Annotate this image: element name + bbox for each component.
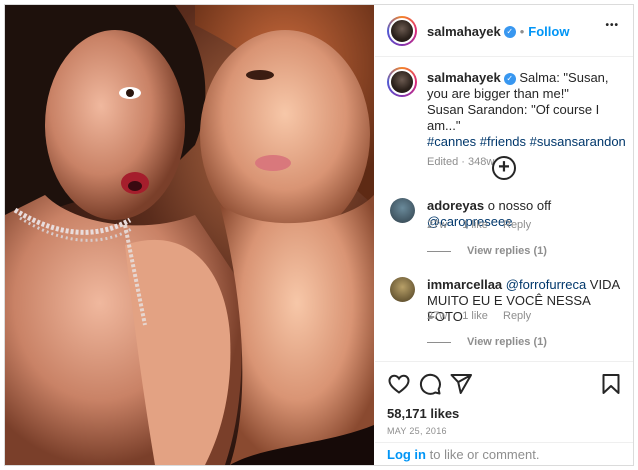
- replies-divider: [427, 250, 451, 252]
- login-prompt-text: to like or comment.: [426, 447, 540, 462]
- comment-reply-button[interactable]: Reply: [503, 219, 531, 231]
- view-replies-label: View replies (1): [467, 245, 547, 257]
- view-replies-button[interactable]: View replies (1): [427, 336, 547, 348]
- hashtag-friends[interactable]: #friends: [480, 134, 526, 149]
- post-card: salmahayek ✓ • Follow ••• salmahayek ✓ Salma…: [4, 4, 634, 466]
- verified-badge-icon: ✓: [503, 72, 516, 85]
- comment-avatar[interactable]: [390, 277, 415, 302]
- caption-username[interactable]: salmahayek: [427, 70, 501, 85]
- comment-likes[interactable]: 1 like: [462, 219, 488, 231]
- post-side-panel: salmahayek ✓ • Follow ••• salmahayek ✓ Salma…: [375, 5, 633, 465]
- caption-text-2: Susan Sarandon: "Of course I am...": [427, 102, 600, 133]
- more-options-icon[interactable]: •••: [605, 20, 619, 31]
- load-more-comments-icon[interactable]: +: [492, 156, 516, 180]
- comment-avatar[interactable]: [390, 198, 415, 223]
- caption-author-avatar[interactable]: [387, 67, 417, 97]
- comment-mention[interactable]: @forrofurreca: [506, 277, 586, 292]
- paper-plane-icon[interactable]: [449, 372, 473, 396]
- post-caption: salmahayek ✓ Salma: "Susan, you are bigge…: [427, 70, 627, 170]
- view-replies-label: View replies (1): [467, 336, 547, 348]
- post-photo[interactable]: [5, 5, 374, 465]
- post-header: salmahayek ✓ • Follow •••: [375, 5, 633, 57]
- caption-meta: Edited · 348w: [427, 156, 495, 168]
- comment-bubble-icon[interactable]: [418, 372, 442, 396]
- likes-count[interactable]: 58,171 likes: [387, 406, 459, 421]
- author-avatar[interactable]: [387, 16, 417, 46]
- follow-button[interactable]: Follow: [528, 24, 569, 39]
- author-line: salmahayek ✓ • Follow: [427, 23, 569, 41]
- replies-divider: [427, 341, 451, 343]
- comment-meta: 27w 1 like Reply: [427, 310, 543, 322]
- hashtag-cannes[interactable]: #cannes: [427, 134, 476, 149]
- author-username[interactable]: salmahayek: [427, 24, 501, 39]
- comment-age: 27w: [427, 219, 448, 231]
- comment-username[interactable]: immarcellaa: [427, 277, 502, 292]
- bookmark-icon[interactable]: [599, 372, 623, 396]
- post-actions: 58,171 likes MAY 25, 2016 Log in to like…: [375, 361, 633, 465]
- hashtag-susansarandon[interactable]: #susansarandon: [530, 134, 626, 149]
- comment-username[interactable]: adoreyas: [427, 198, 484, 213]
- comment-text: o nosso off: [487, 198, 552, 213]
- login-link[interactable]: Log in: [387, 447, 426, 462]
- view-replies-button[interactable]: View replies (1): [427, 245, 547, 257]
- post-date: MAY 25, 2016: [387, 426, 447, 436]
- comment-age: 27w: [427, 310, 448, 322]
- separator-dot: •: [519, 24, 525, 39]
- comment-reply-button[interactable]: Reply: [503, 310, 531, 322]
- photo-illustration: [5, 5, 374, 465]
- login-prompt: Log in to like or comment.: [375, 442, 633, 466]
- comment-likes[interactable]: 1 like: [462, 310, 488, 322]
- heart-icon[interactable]: [387, 372, 411, 396]
- verified-badge-icon: ✓: [503, 25, 516, 38]
- comment-meta: 27w 1 like Reply: [427, 219, 543, 231]
